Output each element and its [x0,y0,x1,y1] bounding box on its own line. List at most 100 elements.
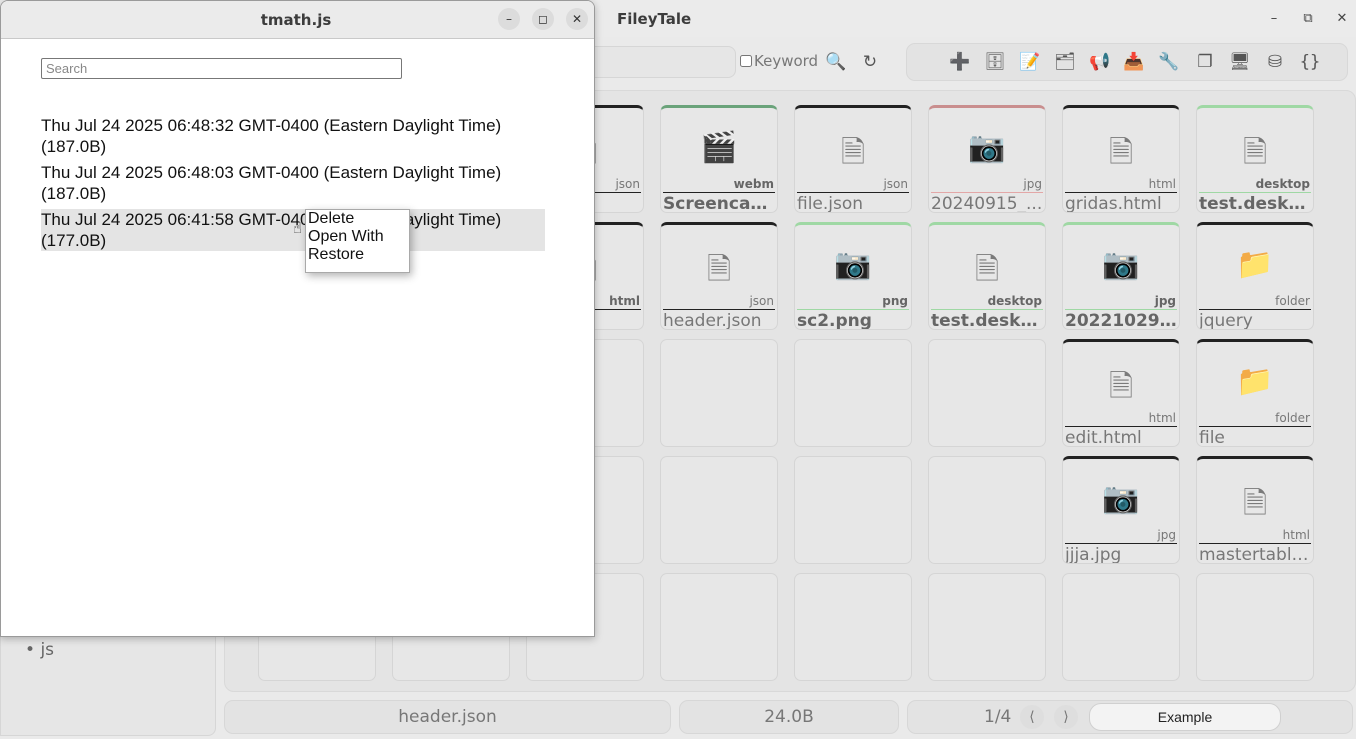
popup-titlebar: tmath.js – ◻ ✕ [1,1,594,39]
file-name: 20221029_... [1065,311,1177,330]
version-item[interactable]: Thu Jul 24 2025 06:48:03 GMT-0400 (Easte… [41,162,545,204]
empty-tile [928,339,1046,447]
version-date: Thu Jul 24 2025 06:48:03 GMT-0400 (Easte… [41,163,502,182]
divider [663,192,775,193]
document-icon: 🗎 [840,135,866,170]
keyword-toggle[interactable]: Keyword [740,52,818,70]
version-item[interactable]: Thu Jul 24 2025 06:48:32 GMT-0400 (Easte… [41,115,545,157]
maximize-icon[interactable]: ⧉ [1297,8,1319,30]
file-tile[interactable]: 📷 jpg 20240915_... [928,105,1046,213]
database-icon[interactable]: ⛁ [1263,50,1287,74]
folder-icon[interactable]: 🗂 [1053,50,1077,74]
file-name: header.json [663,311,762,330]
minimize-icon[interactable]: – [1263,8,1285,30]
terminal-icon[interactable]: 🖥 [1228,50,1252,74]
document-icon: 🗎 [974,252,1000,287]
file-tile[interactable]: 🗎 desktop test.desktop [928,222,1046,330]
file-name: 20240915_... [931,194,1043,213]
edit-icon[interactable]: 📝 [1018,50,1042,74]
search-input[interactable] [595,46,736,78]
download-icon[interactable]: 📥 [1122,50,1146,74]
prev-page-button[interactable]: ⟨ [1020,705,1044,729]
status-size: 24.0B [679,700,899,734]
file-tile[interactable]: 📷 png sc2.png [794,222,912,330]
file-extension: html [609,294,640,308]
archive-icon[interactable]: 🗄 [983,50,1007,74]
empty-tile [928,456,1046,564]
window-title: FileyTale [617,10,692,28]
camera-icon: 📷 [968,130,1006,165]
wrench-icon[interactable]: 🔧 [1157,50,1181,74]
divider [1065,543,1177,544]
divider [1065,426,1177,427]
version-size: (187.0B) [41,137,107,156]
camera-icon: 📷 [834,247,872,282]
empty-tile [1196,573,1314,681]
file-tile[interactable]: 📷 jpg 20221029_... [1062,222,1180,330]
file-name: test.desktop [1199,194,1311,213]
minimize-icon[interactable]: – [498,8,520,30]
file-name: jquery [1199,311,1253,330]
braces-icon[interactable]: {} [1298,50,1322,74]
file-name: edit.html [1065,428,1142,447]
file-name: test.desktop [931,311,1043,330]
announce-icon[interactable]: 📢 [1088,50,1112,74]
file-tile[interactable]: 🗎 json header.json [660,222,778,330]
divider [1199,309,1311,310]
close-icon[interactable]: ✕ [1331,8,1353,30]
empty-tile [660,456,778,564]
camera-icon: 📷 [1102,481,1140,516]
file-extension: html [1282,528,1310,542]
version-history-window: tmath.js – ◻ ✕ Thu Jul 24 2025 06:48:32 … [0,0,595,637]
file-extension: jpg [1154,294,1176,308]
file-name: Screencast... [663,194,775,213]
file-tile[interactable]: 🗎 html mastertable... [1196,456,1314,564]
file-tile[interactable]: 🗎 json file.json [794,105,912,213]
example-button[interactable]: Example [1089,703,1281,731]
file-extension: desktop [987,294,1042,308]
close-icon[interactable]: ✕ [566,8,588,30]
file-extension: jpg [1023,177,1042,191]
search-icon[interactable]: 🔍 [824,50,848,74]
file-tile[interactable]: 📁 folder file [1196,339,1314,447]
context-menu-delete[interactable]: Delete [306,210,409,228]
divider [797,192,909,193]
keyword-checkbox[interactable] [740,55,752,67]
camera-icon: 📷 [1102,247,1140,282]
context-menu: Delete Open With Restore [305,209,410,273]
file-tile[interactable]: 📷 jpg jjja.jpg [1062,456,1180,564]
file-extension: folder [1275,411,1310,425]
file-extension: html [1148,177,1176,191]
divider [1065,309,1177,310]
document-icon: 🗎 [1108,135,1134,170]
file-extension: jpg [1157,528,1176,542]
window-icon[interactable]: ❐ [1193,50,1217,74]
file-name: jjja.jpg [1065,545,1122,564]
context-menu-open-with[interactable]: Open With [306,228,409,246]
page-indicator: 1/4 [984,707,1012,727]
refresh-icon[interactable]: ↻ [858,50,882,74]
context-menu-restore[interactable]: Restore [306,246,409,264]
file-tile[interactable]: 🗎 html gridas.html [1062,105,1180,213]
sidebar-item-js[interactable]: • js [25,640,54,660]
divider [931,192,1043,193]
document-icon: 🗎 [1242,486,1268,521]
file-extension: webm [733,177,774,191]
file-extension: folder [1275,294,1310,308]
file-extension: html [1148,411,1176,425]
next-page-button[interactable]: ⟩ [1054,705,1078,729]
file-tile[interactable]: 🗎 desktop test.desktop [1196,105,1314,213]
add-icon[interactable]: ➕ [948,50,972,74]
file-tile[interactable]: 📁 folder jquery [1196,222,1314,330]
search-input[interactable] [41,58,402,79]
file-name: file [1199,428,1225,447]
maximize-icon[interactable]: ◻ [532,8,554,30]
empty-tile [928,573,1046,681]
file-tile[interactable]: 🗎 html edit.html [1062,339,1180,447]
empty-tile [794,573,912,681]
empty-tile [794,456,912,564]
file-tile[interactable]: 🎬 webm Screencast... [660,105,778,213]
empty-tile [660,339,778,447]
version-date: Thu Jul 24 2025 06:48:32 GMT-0400 (Easte… [41,116,502,135]
clapper-icon: 🎬 [700,130,738,165]
